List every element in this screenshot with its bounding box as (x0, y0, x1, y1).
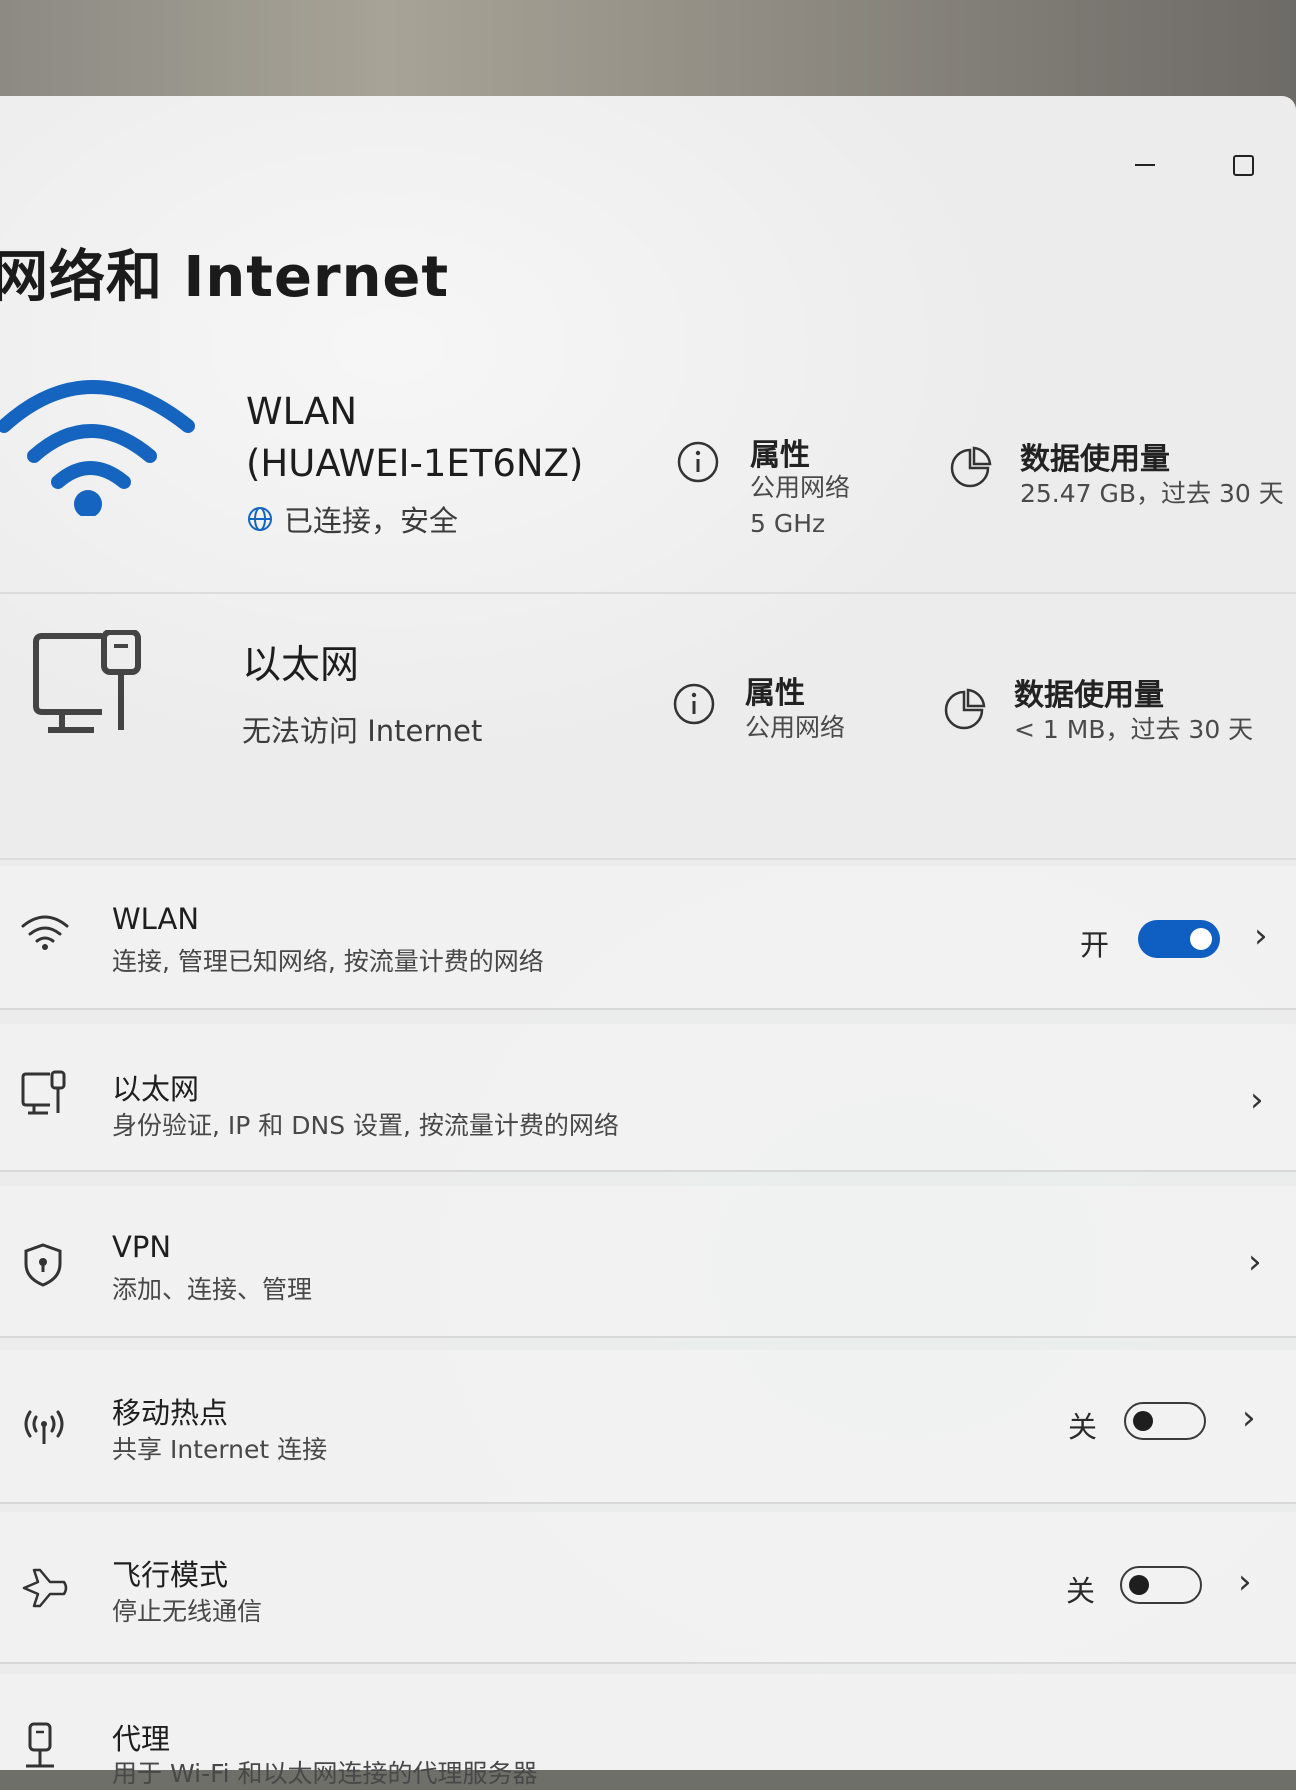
settings-row-proxy[interactable]: 代理 用于 Wi-Fi 和以太网连接的代理服务器 (0, 1674, 1296, 1788)
info-icon (677, 441, 719, 483)
minimize-icon (1135, 164, 1155, 166)
airplane-mode-toggle[interactable] (1120, 1566, 1202, 1604)
wlan-toggle[interactable] (1138, 920, 1220, 958)
wifi-status-text: 已连接，安全 (284, 504, 459, 538)
ethernet-name: 以太网 (242, 643, 360, 688)
row-subtitle: 停止无线通信 (112, 1597, 263, 1626)
pie-chart-icon (950, 446, 992, 488)
wifi-name-line2: (HUAWEI-1ET6NZ) (246, 442, 584, 485)
toggle-knob (1190, 928, 1212, 950)
chevron-right-icon: › (1248, 1242, 1262, 1282)
row-subtitle: 连接, 管理已知网络, 按流量计费的网络 (112, 947, 544, 976)
wifi-network-type: 公用网络 (750, 473, 851, 502)
info-icon (673, 683, 715, 725)
row-title: VPN (112, 1230, 172, 1264)
airplane-icon (22, 1568, 68, 1608)
row-title: WLAN (112, 902, 200, 936)
wifi-connection-status: 已连接，安全 (246, 498, 458, 540)
wifi-icon (21, 915, 69, 950)
wifi-name-line1: WLAN (246, 390, 358, 433)
chevron-right-icon: › (1250, 1080, 1264, 1120)
ethernet-icon (21, 1070, 66, 1115)
ethernet-data-usage-link[interactable]: 数据使用量 (1014, 670, 1164, 714)
wifi-network-name: WLAN (HUAWEI-1ET6NZ) (246, 386, 583, 490)
ethernet-data-usage-value: < 1 MB，过去 30 天 (1014, 715, 1254, 744)
toggle-knob (1129, 1575, 1149, 1595)
hotspot-icon (24, 1410, 64, 1444)
row-title: 飞行模式 (112, 1558, 229, 1592)
settings-row-mobile-hotspot[interactable]: 移动热点 共享 Internet 连接 关 › (0, 1350, 1296, 1504)
settings-row-ethernet[interactable]: 以太网 身份验证, IP 和 DNS 设置, 按流量计费的网络 › (0, 1024, 1296, 1172)
wifi-band: 5 GHz (750, 509, 826, 538)
minimize-button[interactable] (1130, 150, 1160, 180)
settings-row-vpn[interactable]: VPN 添加、连接、管理 › (0, 1186, 1296, 1338)
chevron-right-icon: › (1242, 1398, 1256, 1438)
row-title: 以太网 (112, 1072, 200, 1106)
toggle-state-label: 关 (1066, 1574, 1096, 1608)
proxy-icon (26, 1722, 54, 1768)
wifi-data-usage-link[interactable]: 数据使用量 (1020, 434, 1170, 478)
toggle-state-label: 关 (1068, 1410, 1098, 1444)
wifi-properties-detail: 公用网络 5 GHz (750, 470, 850, 542)
chevron-right-icon: › (1238, 1562, 1252, 1602)
ethernet-summary-card: 以太网 无法访问 Internet 属性 公用网络 数据使用量 < 1 MB，过… (0, 598, 1296, 860)
wifi-data-usage-value: 25.47 GB，过去 30 天 (1020, 479, 1284, 508)
row-subtitle: 用于 Wi-Fi 和以太网连接的代理服务器 (112, 1759, 538, 1788)
ethernet-icon (33, 630, 141, 733)
ethernet-connection-status: 无法访问 Internet (242, 714, 483, 748)
toggle-knob (1133, 1411, 1153, 1431)
toggle-state-label: 开 (1080, 928, 1110, 962)
maximize-icon (1232, 154, 1254, 176)
ethernet-network-type: 公用网络 (745, 713, 846, 742)
page-title: 网络和 Internet (0, 245, 450, 310)
row-title: 代理 (112, 1722, 171, 1756)
row-subtitle: 添加、连接、管理 (112, 1275, 313, 1304)
settings-row-wlan[interactable]: WLAN 连接, 管理已知网络, 按流量计费的网络 开 › (0, 866, 1296, 1010)
ethernet-properties-link[interactable]: 属性 (745, 668, 805, 712)
mobile-hotspot-toggle[interactable] (1124, 1402, 1206, 1440)
row-title: 移动热点 (112, 1396, 229, 1430)
maximize-button[interactable] (1228, 150, 1258, 180)
chevron-right-icon: › (1254, 916, 1268, 956)
row-subtitle: 身份验证, IP 和 DNS 设置, 按流量计费的网络 (112, 1111, 619, 1140)
wifi-icon (0, 380, 195, 516)
wifi-properties-link[interactable]: 属性 (750, 430, 810, 474)
pie-chart-icon (944, 688, 986, 730)
row-subtitle: 共享 Internet 连接 (112, 1435, 328, 1464)
globe-icon (248, 507, 272, 531)
settings-row-airplane-mode[interactable]: 飞行模式 停止无线通信 关 › (0, 1512, 1296, 1664)
shield-icon (24, 1243, 62, 1287)
wifi-summary-card: WLAN (HUAWEI-1ET6NZ) 已连接，安全 属性 公用网络 5 GH… (0, 370, 1296, 594)
